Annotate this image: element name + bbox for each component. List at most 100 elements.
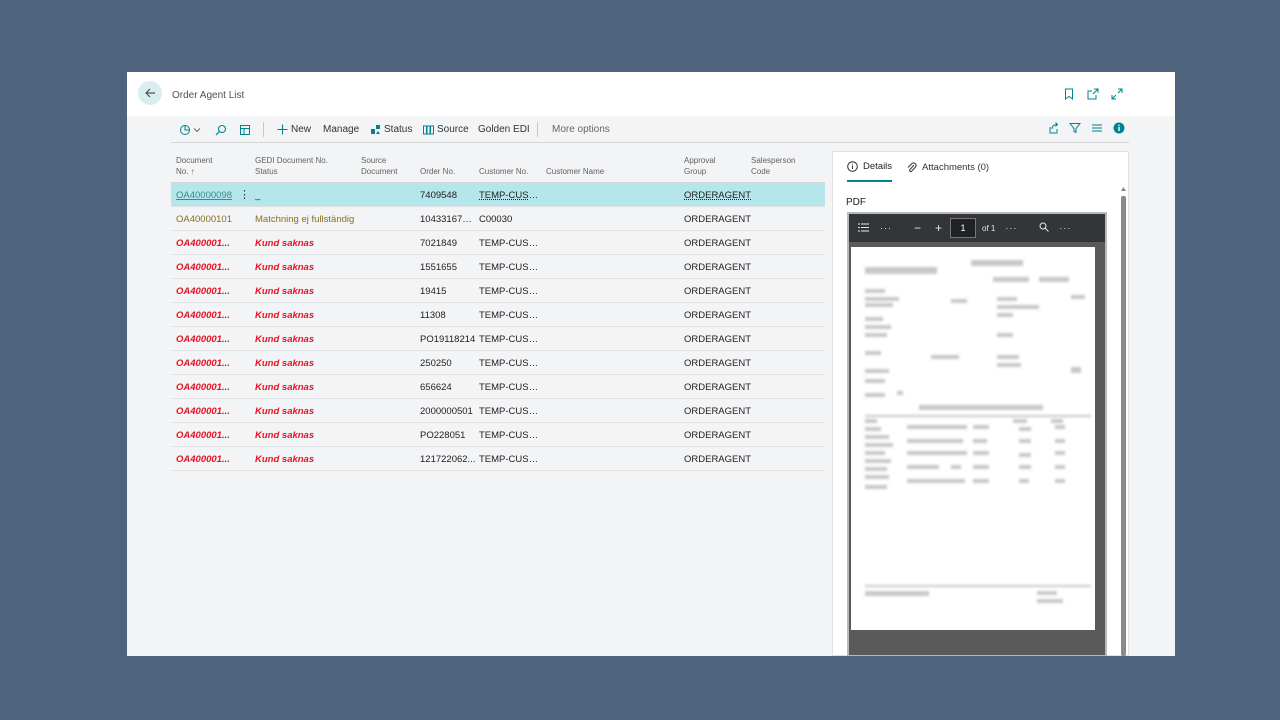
column-order-no[interactable]: Order No. [420, 166, 455, 177]
approval-group-cell: ORDERAGENT [684, 406, 752, 417]
status-button[interactable]: Status [370, 124, 412, 135]
gedi-status-cell: Kund saknas [255, 430, 315, 441]
factbox-scrollbar[interactable] [1121, 186, 1126, 656]
table-row[interactable]: OA40000101 Matchning ej fullständig 1043… [171, 207, 825, 231]
table-view-button[interactable] [239, 124, 251, 136]
list-icon[interactable] [1091, 122, 1103, 134]
tab-details-label: Details [863, 161, 893, 172]
order-no-cell: 7409548 [420, 190, 457, 201]
table-row[interactable]: OA400001... Kund saknas 7021849 TEMP-CUS… [171, 231, 825, 255]
document-no-cell[interactable]: OA400001... [176, 262, 238, 273]
plus-icon [277, 124, 288, 135]
order-no-cell: 11308 [420, 310, 446, 321]
table-row[interactable]: OA400001... Kund saknas 1551655 TEMP-CUS… [171, 255, 825, 279]
document-no-cell[interactable]: OA40000098 [176, 190, 238, 201]
factbox-tabs: Details Attachments (0) [847, 161, 989, 182]
analysis-mode-button[interactable] [179, 124, 201, 136]
order-no-cell: 656624 [420, 382, 452, 393]
search-icon[interactable] [1039, 222, 1050, 234]
document-no-cell[interactable]: OA400001... [176, 382, 238, 393]
order-agent-list: Document No. ↑ GEDI Document No. Status So… [171, 150, 825, 471]
document-no-cell[interactable]: OA400001... [176, 430, 238, 441]
zoom-out-icon[interactable]: − [914, 221, 921, 235]
open-new-window-icon[interactable] [1087, 88, 1099, 100]
rotate-more-icon[interactable]: ··· [1005, 223, 1017, 233]
gedi-status-cell: Kund saknas [255, 310, 315, 321]
gedi-status-cell: Kund saknas [255, 262, 315, 273]
column-gedi-status[interactable]: GEDI Document No. Status [255, 155, 328, 177]
customer-no-cell: TEMP-CUSTO... [479, 310, 543, 321]
table-row[interactable]: OA400001... Kund saknas PO19118214 TEMP-… [171, 327, 825, 351]
document-no-cell[interactable]: OA400001... [176, 286, 238, 297]
bookmark-icon[interactable] [1063, 88, 1075, 100]
analysis-icon [180, 125, 201, 135]
approval-group-cell: ORDERAGENT [684, 382, 752, 393]
column-salesperson-code[interactable]: Salesperson Code [751, 155, 795, 177]
more-options-button[interactable]: More options [552, 124, 610, 135]
order-no-cell: 1551655 [420, 262, 457, 273]
search-icon [215, 124, 227, 136]
page-title: Order Agent List [172, 90, 245, 101]
column-document-no[interactable]: Document No. ↑ [176, 155, 212, 177]
expand-icon[interactable] [1111, 88, 1123, 100]
outline-icon[interactable] [858, 223, 869, 234]
column-customer-no[interactable]: Customer No. [479, 166, 528, 177]
document-no-cell[interactable]: OA400001... [176, 334, 238, 345]
approval-group-cell: ORDERAGENT [684, 286, 752, 297]
new-button[interactable]: New [277, 124, 311, 135]
page-count: of 1 [982, 223, 996, 233]
document-no-cell[interactable]: OA400001... [176, 358, 238, 369]
new-button-label: New [291, 124, 312, 135]
customer-no-cell: TEMP-CUSTO... [479, 334, 543, 345]
back-button[interactable] [138, 81, 162, 105]
table-row[interactable]: OA400001... Kund saknas 11308 TEMP-CUSTO… [171, 303, 825, 327]
viewer-more-icon[interactable]: ··· [880, 223, 892, 233]
document-no-cell[interactable]: OA40000101 [176, 214, 238, 225]
zoom-in-icon[interactable]: + [935, 221, 942, 235]
document-no-cell[interactable]: OA400001... [176, 454, 238, 465]
tab-attachments[interactable]: Attachments (0) [906, 161, 989, 182]
manage-button[interactable]: Manage [323, 124, 359, 135]
table-row[interactable]: OA400001... Kund saknas 19415 TEMP-CUSTO… [171, 279, 825, 303]
table-row[interactable]: OA400001... Kund saknas 121722062... TEM… [171, 447, 825, 471]
table-row[interactable]: OA400001... Kund saknas 656624 TEMP-CUST… [171, 375, 825, 399]
column-source-document[interactable]: Source Document [361, 155, 397, 177]
table-row[interactable]: OA400001... Kund saknas 2000000501 TEMP-… [171, 399, 825, 423]
tab-details[interactable]: Details [847, 161, 893, 182]
info-icon[interactable] [1113, 122, 1125, 134]
customer-no-cell[interactable]: TEMP-CUSTO... [479, 190, 543, 201]
table-row[interactable]: OA400001... Kund saknas PO228051 TEMP-CU… [171, 423, 825, 447]
gedi-status-cell: Kund saknas [255, 382, 315, 393]
document-no-cell[interactable]: OA400001... [176, 310, 238, 321]
more-options-label: More options [552, 124, 610, 135]
table-row[interactable]: OA40000098 ⋮ _ 7409548 TEMP-CUSTO... ORD… [171, 183, 825, 207]
order-no-cell: PO19118214 [420, 334, 476, 345]
customer-no-cell: TEMP-CUSTO... [479, 454, 543, 465]
page-number-input[interactable]: 1 [950, 218, 977, 238]
back-arrow-icon [145, 88, 155, 98]
toolbar-divider [537, 122, 538, 137]
customer-no-cell: TEMP-CUSTO... [479, 358, 543, 369]
viewer-overflow-icon[interactable]: ··· [1059, 223, 1071, 233]
column-approval-group[interactable]: Approval Group [684, 155, 716, 177]
source-button[interactable]: Source [423, 124, 469, 135]
approval-group-cell[interactable]: ORDERAGENT [684, 190, 751, 201]
approval-group-cell: ORDERAGENT [684, 238, 752, 249]
table-row[interactable]: OA400001... Kund saknas 250250 TEMP-CUST… [171, 351, 825, 375]
gedi-status-cell: _ [255, 190, 261, 201]
gedi-status-cell: Kund saknas [255, 406, 315, 417]
document-no-cell[interactable]: OA400001... [176, 406, 238, 417]
table-view-icon [240, 125, 250, 135]
row-menu-icon[interactable]: ⋮ [239, 188, 250, 201]
pdf-viewer: ··· − + 1 of 1 ··· ··· [847, 212, 1107, 656]
filter-icon[interactable] [1069, 122, 1081, 134]
gedi-status-cell: Kund saknas [255, 454, 315, 465]
search-button[interactable] [215, 124, 227, 136]
gedi-status-cell: Kund saknas [255, 238, 315, 249]
share-icon[interactable] [1047, 122, 1059, 134]
document-no-cell[interactable]: OA400001... [176, 238, 238, 249]
golden-edi-button[interactable]: Golden EDI [478, 124, 530, 135]
column-customer-name[interactable]: Customer Name [546, 166, 604, 177]
scrollbar-thumb[interactable] [1121, 196, 1126, 656]
gedi-status-cell: Kund saknas [255, 286, 315, 297]
